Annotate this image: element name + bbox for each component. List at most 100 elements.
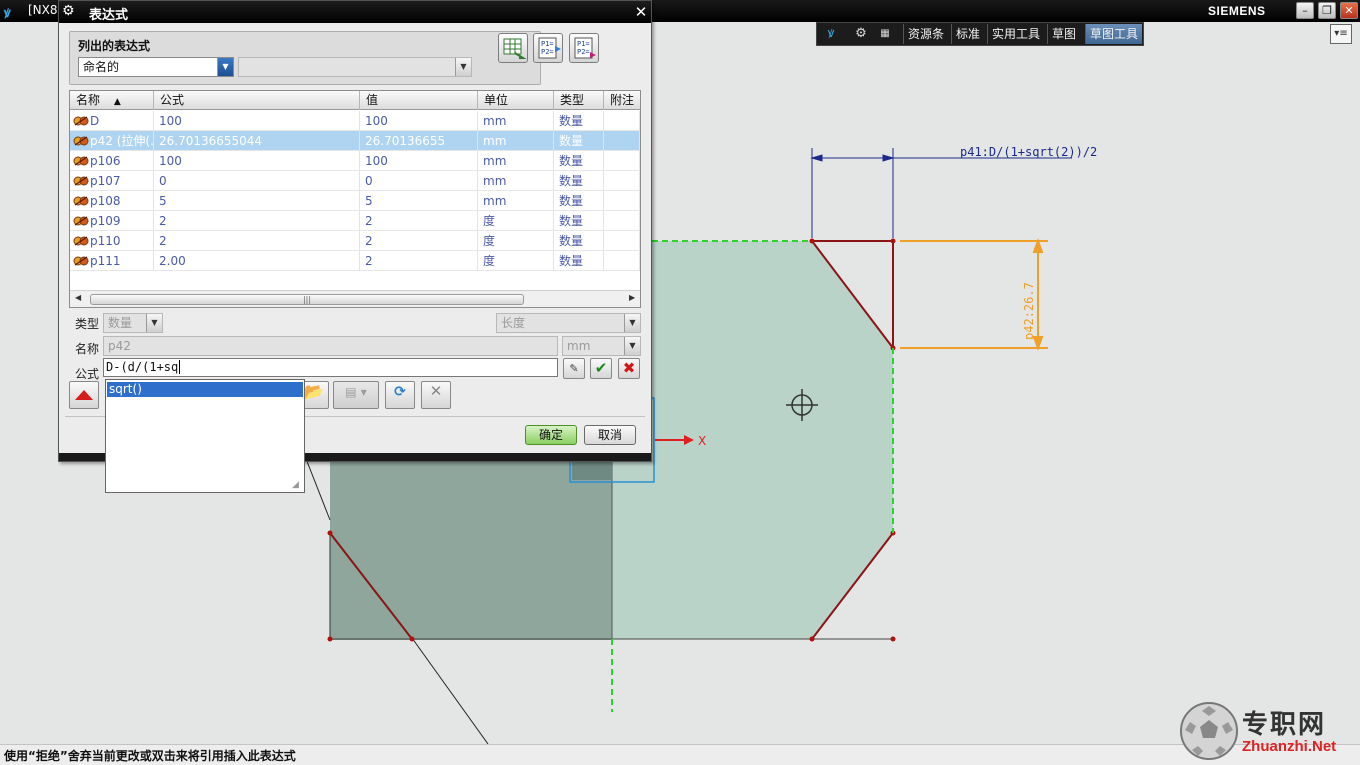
chevron-down-icon: ▼ bbox=[624, 314, 640, 332]
soccer-ball-logo-icon bbox=[1180, 702, 1238, 760]
watermark: 专职网 Zhuanzhi.Net bbox=[1178, 700, 1358, 762]
gear-icon[interactable]: ⚙ bbox=[62, 3, 78, 21]
brand-label: SIEMENS bbox=[1208, 4, 1266, 18]
ok-button[interactable]: 确定 bbox=[525, 425, 577, 445]
spreadsheet-edit-button[interactable] bbox=[498, 33, 528, 63]
cell-type: 数量 bbox=[554, 211, 604, 231]
scrollbar-thumb[interactable]: ||| bbox=[90, 294, 524, 305]
construction-line bbox=[411, 637, 489, 744]
svg-text:P2=: P2= bbox=[541, 48, 554, 56]
cell-name: p107 bbox=[70, 171, 154, 191]
accept-edit-button[interactable]: ✔ bbox=[590, 358, 612, 379]
cell-type: 数量 bbox=[554, 171, 604, 191]
horizontal-scrollbar[interactable]: ◀ ||| ▶ bbox=[70, 290, 640, 307]
cell-note bbox=[604, 171, 640, 191]
cell-unit: mm bbox=[478, 131, 554, 151]
reject-edit-button[interactable]: ✖ bbox=[618, 358, 640, 379]
formula-value: D-(d/(1+sq bbox=[106, 360, 179, 374]
empty-row bbox=[70, 271, 640, 291]
folder-icon: 📂 bbox=[304, 382, 324, 401]
cell-name: D bbox=[70, 111, 154, 131]
dimension-p41-label[interactable]: p41:D/(1+sqrt(2))/2 bbox=[960, 145, 1097, 159]
functions-dropdown-button: ▤ ▾ bbox=[333, 381, 379, 409]
chevron-down-icon: ▼ bbox=[146, 314, 162, 332]
table-row[interactable]: p109 2 2 度数量 bbox=[70, 211, 640, 231]
cell-value: 0 bbox=[360, 171, 478, 191]
table-row[interactable]: p111 2.00 2 度数量 bbox=[70, 251, 640, 271]
table-row[interactable]: p42 (拉伸(...26.7013665504426.70136655mm数量 bbox=[70, 131, 640, 151]
table-row[interactable]: p108 5 5 mm 数量 bbox=[70, 191, 640, 211]
cell-type: 数量 bbox=[554, 111, 604, 131]
cell-note bbox=[604, 211, 640, 231]
column-header-name[interactable]: 名称 ▲ bbox=[70, 91, 154, 110]
column-header-unit[interactable]: 单位 bbox=[478, 91, 554, 110]
dimension-p41[interactable] bbox=[810, 148, 1072, 238]
refresh-button[interactable]: ⟳ bbox=[385, 381, 415, 409]
listed-expressions-group: 列出的表达式 命名的 ▼ ▼ bbox=[69, 31, 541, 85]
table-row[interactable]: p107 0 0 mm 数量 bbox=[70, 171, 640, 191]
import-expressions-button[interactable]: P1= P2= bbox=[533, 33, 563, 63]
scroll-right-icon[interactable]: ▶ bbox=[629, 293, 635, 302]
cancel-button[interactable]: 取消 bbox=[584, 425, 636, 445]
checkmark-icon: ✔ bbox=[594, 359, 608, 377]
cell-formula: 0 bbox=[154, 171, 360, 191]
column-header-formula[interactable]: 公式 bbox=[154, 91, 360, 110]
cell-type: 数量 bbox=[554, 151, 604, 171]
status-bar: 使用“拒绝”舍弃当前更改或双击来将引用插入此表达式 bbox=[0, 744, 1360, 765]
cell-type: 数量 bbox=[554, 251, 604, 271]
cell-value: 2 bbox=[360, 211, 478, 231]
autocomplete-item-sqrt[interactable]: sqrt() bbox=[107, 382, 303, 397]
edit-formula-button[interactable]: ✎ bbox=[563, 358, 585, 379]
export-file-icon: P1= P2= bbox=[574, 37, 596, 59]
dialog-title: 表达式 bbox=[89, 8, 129, 23]
delete-button[interactable]: ✕ bbox=[421, 381, 451, 409]
table-row[interactable]: p110 2 2 度数量 bbox=[70, 231, 640, 251]
dark-face bbox=[330, 460, 613, 640]
expression-dialog: ⚙ 表达式 ✕ 列出的表达式 命名的 ▼ ▼ P1= P2= P1= P2= 名… bbox=[58, 0, 652, 493]
resize-grip-icon[interactable]: ◢ bbox=[292, 480, 302, 490]
formula-input[interactable]: D-(d/(1+sq​ bbox=[103, 358, 558, 377]
cell-unit: 度 bbox=[478, 231, 554, 251]
name-field: p42 bbox=[103, 336, 558, 356]
column-label: 名称 bbox=[76, 93, 101, 107]
svg-text:P2=: P2= bbox=[577, 48, 590, 56]
unit-value: mm bbox=[567, 339, 591, 353]
chevron-down-icon[interactable]: ▼ bbox=[217, 58, 233, 76]
filter-dropdown[interactable]: 命名的 ▼ bbox=[78, 57, 234, 77]
dimension-p42-label[interactable]: p42:26.7 bbox=[1022, 282, 1036, 340]
cell-formula: 2 bbox=[154, 231, 360, 251]
cell-unit: mm bbox=[478, 111, 554, 131]
watermark-cn: 专职网 bbox=[1242, 710, 1327, 740]
column-header-type[interactable]: 类型 bbox=[554, 91, 604, 110]
cell-note bbox=[604, 191, 640, 211]
export-expressions-button[interactable]: P1= P2= bbox=[569, 33, 599, 63]
cell-note bbox=[604, 151, 640, 171]
dimension-dropdown: 长度 ▼ bbox=[496, 313, 641, 333]
table-row[interactable]: D 100 100 mm 数量 bbox=[70, 111, 640, 131]
minimize-button[interactable]: – bbox=[1296, 2, 1314, 19]
nx-logo-icon: ꝟ bbox=[4, 6, 11, 21]
scroll-left-icon[interactable]: ◀ bbox=[75, 293, 81, 302]
cell-formula: 26.70136655044 bbox=[154, 131, 360, 151]
cell-note bbox=[604, 251, 640, 271]
table-row[interactable]: p106 100 100 mm 数量 bbox=[70, 151, 640, 171]
cell-value: 100 bbox=[360, 111, 478, 131]
close-button[interactable]: ✕ bbox=[1340, 2, 1358, 19]
dimension-value: 长度 bbox=[501, 316, 526, 330]
import-file-icon: P1= P2= bbox=[538, 37, 561, 59]
close-icon: ✕ bbox=[429, 382, 443, 400]
type-dropdown: 数量 ▼ bbox=[103, 313, 163, 333]
cell-name: p106 bbox=[70, 151, 154, 171]
dialog-title-bar[interactable]: ⚙ 表达式 ✕ bbox=[59, 1, 651, 23]
cell-formula: 5 bbox=[154, 191, 360, 211]
cell-formula: 100 bbox=[154, 151, 360, 171]
edit-note-icon: ✎ bbox=[569, 362, 579, 375]
collapse-button[interactable] bbox=[69, 381, 99, 409]
column-header-note[interactable]: 附注 bbox=[604, 91, 640, 110]
dialog-close-icon[interactable]: ✕ bbox=[632, 3, 650, 21]
restore-button[interactable]: ❐ bbox=[1318, 2, 1336, 19]
column-header-value[interactable]: 值 bbox=[360, 91, 478, 110]
sort-ascending-icon: ▲ bbox=[113, 97, 121, 107]
cell-name: p110 bbox=[70, 231, 154, 251]
chevron-down-icon: ▼ bbox=[624, 337, 640, 355]
